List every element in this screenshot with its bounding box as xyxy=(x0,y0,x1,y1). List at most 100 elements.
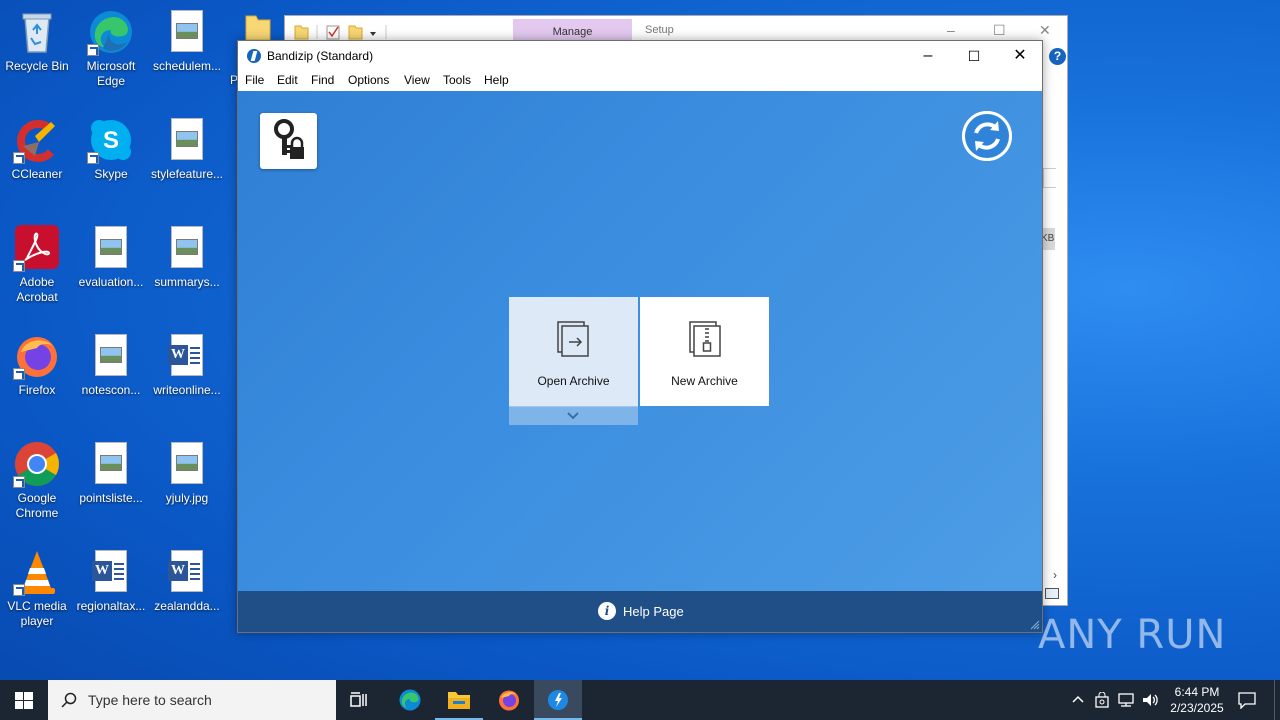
notification-center-icon[interactable] xyxy=(1238,691,1256,709)
desktop-icon-label: schedulem... xyxy=(152,59,222,73)
menu-find[interactable]: Find xyxy=(311,73,334,87)
desktop-icon-recycle-bin[interactable]: Recycle Bin xyxy=(0,8,74,74)
firefox-icon xyxy=(499,690,519,711)
desktop-icon-file[interactable]: W regionaltax... xyxy=(74,548,148,614)
menu-options[interactable]: Options xyxy=(348,73,389,87)
desktop-icon-skype[interactable]: S Skype xyxy=(74,116,148,182)
menu-tools[interactable]: Tools xyxy=(443,73,471,87)
refresh-icon xyxy=(962,111,1012,161)
desktop-icon-file[interactable]: stylefeature... xyxy=(150,116,224,182)
desktop-icon-file[interactable]: W writeonline... xyxy=(150,332,224,398)
volume-icon[interactable] xyxy=(1142,692,1160,708)
desktop-icon-ccleaner[interactable]: CCleaner xyxy=(0,116,74,182)
info-icon: i xyxy=(598,602,616,620)
chevron-up-icon[interactable] xyxy=(1072,694,1084,704)
desktop-icon-file[interactable]: summarys... xyxy=(150,224,224,290)
desktop-icon-label: Google Chrome xyxy=(15,491,59,520)
desktop-icon-label: Skype xyxy=(94,167,128,181)
desktop-icon-file[interactable]: pointsliste... xyxy=(74,440,148,506)
image-file-icon xyxy=(163,224,211,272)
details-view-icon[interactable] xyxy=(1045,588,1059,599)
shortcut-arrow-icon xyxy=(13,152,25,164)
svg-text:S: S xyxy=(103,127,119,154)
taskbar-edge[interactable] xyxy=(386,680,434,720)
file-explorer-icon xyxy=(448,692,470,709)
image-file-icon xyxy=(87,440,135,488)
desktop-icon-file[interactable]: notescon... xyxy=(74,332,148,398)
desktop-icon-file[interactable]: schedulem... xyxy=(150,8,224,74)
desktop-icon-microsoft-edge[interactable]: Microsoft Edge xyxy=(74,8,148,89)
minimize-button[interactable]: – xyxy=(905,41,951,71)
desktop-folder-partial[interactable] xyxy=(244,12,272,42)
taskbar-firefox[interactable] xyxy=(485,680,533,720)
desktop-icon-firefox[interactable]: Firefox xyxy=(0,332,74,398)
help-page-label: Help Page xyxy=(623,604,684,619)
desktop-icon-label: Recycle Bin xyxy=(5,59,69,73)
start-button[interactable] xyxy=(0,680,48,720)
tab-setup[interactable]: Setup xyxy=(645,24,674,36)
show-desktop-button[interactable] xyxy=(1274,680,1280,720)
new-archive-label: New Archive xyxy=(671,374,738,388)
window-title: Bandizip (Standard) xyxy=(267,49,374,63)
watermark-text: ANY RUN xyxy=(1038,612,1227,658)
menu-help[interactable]: Help xyxy=(484,73,509,87)
close-button[interactable]: ✕ xyxy=(997,41,1043,71)
folder-icon xyxy=(245,15,271,41)
open-archive-button[interactable]: Open Archive xyxy=(509,297,638,406)
refresh-button[interactable] xyxy=(962,111,1012,161)
desktop-icon-google-chrome[interactable]: Google Chrome xyxy=(0,440,74,521)
maximize-button[interactable]: ☐ xyxy=(993,22,1006,39)
maximize-button[interactable]: ☐ xyxy=(951,41,997,71)
shortcut-arrow-icon xyxy=(13,260,25,272)
open-archive-icon xyxy=(557,321,589,357)
taskbar-search-box[interactable]: Type here to search xyxy=(48,680,336,720)
recycle-bin-icon xyxy=(13,8,61,56)
bandizip-titlebar[interactable]: Bandizip (Standard) – ☐ ✕ xyxy=(238,41,1042,71)
image-file-icon xyxy=(163,116,211,164)
clock-time: 6:44 PM xyxy=(1174,685,1220,699)
clock-date: 2/23/2025 xyxy=(1170,701,1224,715)
task-view-button[interactable] xyxy=(336,680,384,720)
desktop-icon-file[interactable]: evaluation... xyxy=(74,224,148,290)
help-icon[interactable]: ? xyxy=(1049,48,1066,65)
menu-file[interactable]: File xyxy=(245,73,264,87)
menu-view[interactable]: View xyxy=(404,73,430,87)
desktop-icon-label: stylefeature... xyxy=(150,167,224,181)
desktop-icon-label: regionaltax... xyxy=(76,599,146,613)
desktop-icon-vlc[interactable]: VLC media player xyxy=(0,548,74,629)
open-archive-dropdown[interactable] xyxy=(509,406,638,425)
shortcut-arrow-icon xyxy=(13,368,25,380)
desktop-icon-file[interactable]: W zealandda... xyxy=(150,548,224,614)
scroll-right-arrow-icon[interactable]: › xyxy=(1053,568,1057,582)
search-field-edge[interactable] xyxy=(1043,168,1056,188)
open-archive-label: Open Archive xyxy=(537,374,610,388)
quick-access-toolbar xyxy=(294,25,387,40)
desktop-icon-file[interactable]: yjuly.jpg xyxy=(150,440,224,506)
skype-icon: S xyxy=(87,116,135,164)
taskbar-file-explorer[interactable] xyxy=(435,680,483,720)
close-button[interactable]: ✕ xyxy=(1039,22,1051,39)
ccleaner-icon xyxy=(13,116,61,164)
taskbar: Type here to search 6:44 PM 2/23/2025 xyxy=(0,680,1280,720)
system-tray xyxy=(1066,680,1162,720)
security-icon[interactable] xyxy=(1095,692,1109,708)
menu-bar: File Edit Find Options View Tools Help xyxy=(238,71,1042,91)
menu-edit[interactable]: Edit xyxy=(277,73,298,87)
new-archive-button[interactable]: New Archive xyxy=(640,297,769,406)
password-manager-button[interactable] xyxy=(260,113,317,169)
image-file-icon xyxy=(163,440,211,488)
search-icon xyxy=(61,692,77,708)
bandizip-app-icon xyxy=(247,49,261,63)
desktop-icon-label: notescon... xyxy=(81,383,141,397)
desktop-icon-adobe-acrobat[interactable]: Adobe Acrobat xyxy=(0,224,74,305)
vlc-cone-icon xyxy=(13,548,61,596)
anyrun-watermark: ANY RUN xyxy=(1038,612,1226,658)
desktop-icon-label: VLC media player xyxy=(7,599,67,628)
firefox-icon xyxy=(13,332,61,380)
minimize-button[interactable]: – xyxy=(947,22,955,38)
edge-icon xyxy=(87,8,135,56)
taskbar-bandizip[interactable] xyxy=(534,680,582,720)
network-icon[interactable] xyxy=(1118,692,1136,708)
bandizip-window[interactable]: Bandizip (Standard) – ☐ ✕ File Edit Find… xyxy=(237,40,1043,633)
taskbar-clock[interactable]: 6:44 PM 2/23/2025 xyxy=(1162,684,1232,716)
